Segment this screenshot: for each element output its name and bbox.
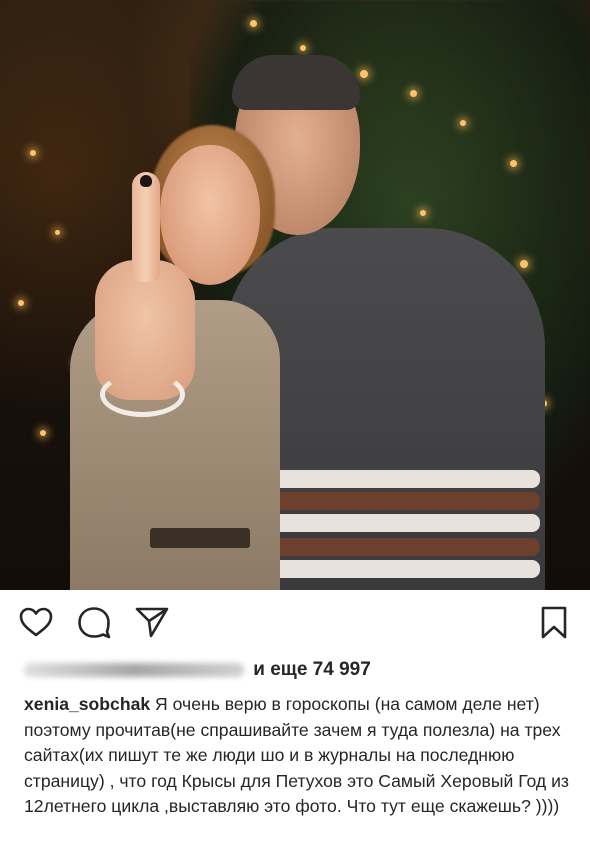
- light-dot: [360, 70, 368, 78]
- sweater-stripe: [240, 470, 540, 488]
- heart-icon[interactable]: [18, 604, 54, 640]
- light-dot: [30, 150, 36, 156]
- light-dot: [18, 300, 24, 306]
- bookmark-icon[interactable]: [536, 604, 572, 640]
- username-link[interactable]: xenia_sobchak: [24, 694, 150, 714]
- light-dot: [460, 120, 466, 126]
- sweater-stripe: [240, 514, 540, 532]
- post-photo[interactable]: [0, 0, 590, 590]
- painted-nail: [140, 175, 152, 187]
- middle-finger: [132, 172, 160, 282]
- action-bar: [0, 590, 590, 652]
- sweater-stripe: [240, 538, 540, 556]
- paper-plane-icon[interactable]: [134, 604, 170, 640]
- belt: [150, 528, 250, 548]
- light-dot: [520, 260, 528, 268]
- light-dot: [510, 160, 517, 167]
- light-dot: [40, 430, 46, 436]
- sweater-stripe: [240, 560, 540, 578]
- bracelet: [100, 372, 185, 417]
- light-dot: [250, 20, 257, 27]
- post-caption: xenia_sobchak Я очень верю в гороскопы (…: [24, 692, 576, 820]
- sweater-stripe: [240, 492, 540, 510]
- likes-count: и еще 74 997: [253, 659, 371, 680]
- comment-bubble-icon[interactable]: [76, 604, 112, 640]
- light-dot: [420, 210, 426, 216]
- light-dot: [410, 90, 417, 97]
- woman-face: [160, 145, 260, 285]
- light-dot: [55, 230, 60, 235]
- man-hair: [232, 55, 360, 110]
- redacted-likers: [24, 662, 244, 677]
- likes-row[interactable]: и еще 74 997: [24, 659, 371, 689]
- light-dot: [300, 45, 306, 51]
